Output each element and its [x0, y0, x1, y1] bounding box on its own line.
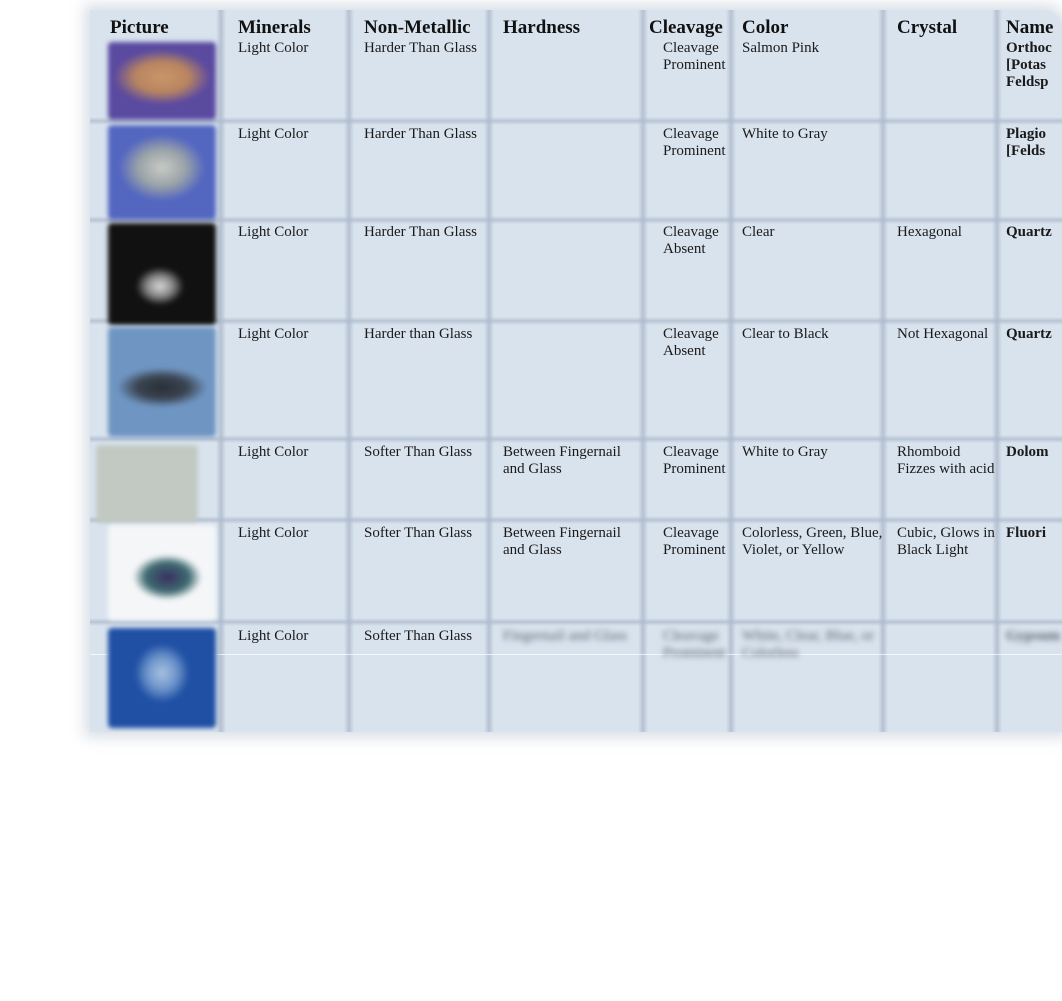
- cell-non-metallic: Softer Than Glass: [364, 628, 473, 644]
- cell-cleavage: Cleavage Prominent: [663, 444, 726, 477]
- cell-minerals: Light Color: [238, 525, 309, 541]
- cell-cleavage: Cleavage Prominent: [663, 628, 726, 661]
- cell-cleavage: Cleavage Absent: [663, 224, 719, 257]
- cell-color: Clear to Black: [742, 326, 829, 342]
- cell-hardness: Between Fingernail and Glass: [503, 444, 621, 477]
- header-color: Color: [742, 17, 789, 38]
- row-divider: [90, 435, 1062, 443]
- cell-minerals: Light Color: [238, 628, 309, 644]
- cell-minerals: Light Color: [238, 326, 309, 342]
- header-minerals: Minerals: [238, 17, 311, 38]
- row-divider: [90, 317, 1062, 325]
- cell-cleavage: Cleavage Prominent: [663, 525, 726, 558]
- cell-name: Dolom: [1006, 444, 1049, 460]
- row-divider: [90, 117, 1062, 125]
- cell-minerals: Light Color: [238, 126, 309, 142]
- row-divider: [90, 516, 1062, 524]
- cell-cleavage: Cleavage Absent: [663, 326, 719, 359]
- cell-non-metallic: Softer Than Glass: [364, 444, 473, 460]
- cell-color: Salmon Pink: [742, 40, 820, 56]
- cell-color: Clear: [742, 224, 775, 240]
- header-hardness: Hardness: [503, 17, 581, 38]
- cell-minerals: Light Color: [238, 444, 309, 460]
- cell-non-metallic: Harder than Glass: [364, 326, 473, 342]
- cell-cleavage: Cleavage Prominent: [663, 126, 726, 159]
- fluorite-image: [108, 525, 216, 620]
- cell-name: Plagio [Felds: [1006, 126, 1046, 159]
- header-cleavage: Cleavage: [649, 17, 723, 38]
- cell-name: Orthoc [Potas Feldsp: [1006, 40, 1052, 90]
- cell-name: Gypsum: [1006, 628, 1061, 644]
- row-divider: [90, 618, 1062, 626]
- cell-name: Fluori: [1006, 525, 1046, 541]
- cell-crystal: Cubic, Glows in Black Light: [897, 525, 995, 558]
- quartz-massive-image: [108, 327, 216, 437]
- quartz-crystal-image: [108, 223, 216, 325]
- cell-color: Colorless, Green, Blue, Violet, or Yello…: [742, 525, 883, 558]
- header-name: Name: [1006, 17, 1054, 38]
- cell-minerals: Light Color: [238, 40, 309, 56]
- header-picture: Picture: [110, 17, 169, 38]
- dolomite-image: [96, 445, 198, 523]
- cell-non-metallic: Softer Than Glass: [364, 525, 473, 541]
- cell-hardness: Fingernail and Glass: [503, 628, 628, 644]
- cell-non-metallic: Harder Than Glass: [364, 40, 478, 56]
- cell-non-metallic: Harder Than Glass: [364, 126, 478, 142]
- cell-name: Quartz: [1006, 326, 1052, 342]
- header-non-metallic: Non-Metallic: [364, 17, 471, 38]
- header-crystal: Crystal: [897, 17, 958, 38]
- blurred-mineral-image: [108, 628, 216, 728]
- cell-color: White to Gray: [742, 126, 828, 142]
- cell-cleavage: Cleavage Prominent: [663, 40, 726, 73]
- orthoclase-image: [108, 42, 216, 120]
- cell-color: White to Gray: [742, 444, 828, 460]
- cell-crystal: Not Hexagonal: [897, 326, 989, 342]
- cell-crystal: Hexagonal: [897, 224, 962, 240]
- cell-non-metallic: Harder Than Glass: [364, 224, 478, 240]
- cell-crystal: Rhomboid Fizzes with acid: [897, 444, 995, 477]
- page-fold-line: [90, 654, 1062, 655]
- cell-name: Quartz: [1006, 224, 1052, 240]
- plagioclase-image: [108, 125, 216, 220]
- row-divider: [90, 216, 1062, 224]
- mineral-identification-table: Picture Minerals Non-Metallic Hardness C…: [90, 10, 1062, 732]
- cell-color: White, Clear, Blue, or Colorless: [742, 628, 874, 661]
- cell-hardness: Between Fingernail and Glass: [503, 525, 621, 558]
- cell-minerals: Light Color: [238, 224, 309, 240]
